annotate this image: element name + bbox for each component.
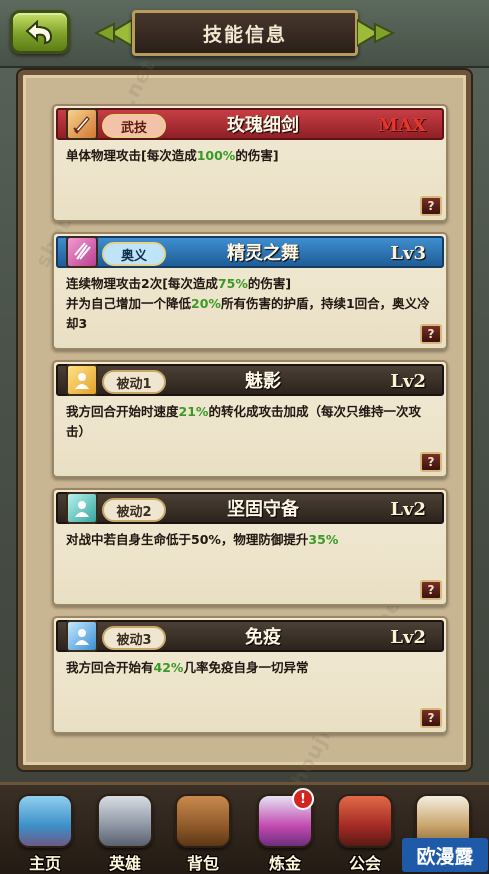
skill-card: 被动2 坚固守备 Lv2 对战中若自身生命低于50%，物理防御提升35% ? <box>52 488 448 606</box>
knight-helmet-icon <box>97 794 153 848</box>
skill-card-header: 奥义 精灵之舞 Lv3 <box>56 236 444 268</box>
nav-item-bag[interactable]: 背包 <box>170 794 236 874</box>
bag-icon <box>175 794 231 848</box>
nav-item-alchemy[interactable]: 炼金 ! <box>252 788 318 874</box>
skill-name: 玫瑰细剑 <box>227 115 299 136</box>
skill-name: 免疫 <box>245 627 281 648</box>
skill-help-button[interactable]: ? <box>420 708 442 728</box>
skill-card-header: 被动2 坚固守备 Lv2 <box>56 492 444 524</box>
guild-icon <box>337 794 393 848</box>
skill-card-header: 被动3 免疫 Lv2 <box>56 620 444 652</box>
skill-help-button[interactable]: ? <box>420 324 442 344</box>
skill-description: 我方回合开始时速度21%的转化成攻击加成（每次只维持一次攻击） <box>66 404 421 439</box>
passive-person-icon <box>66 364 98 396</box>
skill-level: MAX <box>378 115 426 136</box>
skill-card: 被动3 免疫 Lv2 我方回合开始有42%几率免疫自身一切异常 ? <box>52 616 448 734</box>
skill-tag: 被动1 <box>102 370 166 394</box>
skill-description: 单体物理攻击[每次造成100%的伤害] <box>66 148 279 163</box>
skill-tag: 被动2 <box>102 498 166 522</box>
skill-name: 坚固守备 <box>227 499 299 520</box>
skill-description: 对战中若自身生命低于50%，物理防御提升35% <box>66 532 339 547</box>
alert-badge: ! <box>292 788 314 810</box>
skill-level: Lv2 <box>390 627 426 648</box>
skill-level: Lv2 <box>390 499 426 520</box>
skill-name: 魅影 <box>245 371 281 392</box>
burst-icon <box>66 236 98 268</box>
skill-card: 被动1 魅影 Lv2 我方回合开始时速度21%的转化成攻击加成（每次只维持一次攻… <box>52 360 448 478</box>
nav-item-home[interactable]: 主页 <box>12 794 78 874</box>
back-arrow-icon <box>25 19 53 45</box>
nav-item-heroes[interactable]: 英雄 <box>92 794 158 874</box>
skill-level: Lv3 <box>390 243 426 264</box>
skill-name: 精灵之舞 <box>227 243 299 264</box>
skill-tag: 被动3 <box>102 626 166 650</box>
skill-help-button[interactable]: ? <box>420 452 442 472</box>
skill-card: 奥义 精灵之舞 Lv3 连续物理攻击2次[每次造成75%的伤害] 并为自己增加一… <box>52 232 448 350</box>
skill-description: 连续物理攻击2次[每次造成75%的伤害] 并为自己增加一个降低20%所有伤害的护… <box>66 276 430 331</box>
castle-icon <box>17 794 73 848</box>
corner-logo: 欧漫露 <box>402 838 488 872</box>
title-right-ornament-icon <box>357 18 396 48</box>
skill-help-button[interactable]: ? <box>420 196 442 216</box>
skill-tag: 奥义 <box>102 242 166 266</box>
passive-shield-icon <box>66 492 98 524</box>
skill-card: 武技 玫瑰细剑 MAX 单体物理攻击[每次造成100%的伤害] ? <box>52 104 448 222</box>
skill-card-header: 武技 玫瑰细剑 MAX <box>56 108 444 140</box>
back-button[interactable] <box>10 10 70 54</box>
skill-card-header: 被动1 魅影 Lv2 <box>56 364 444 396</box>
page-title: 技能信息 <box>132 10 358 56</box>
skill-description: 我方回合开始有42%几率免疫自身一切异常 <box>66 660 309 675</box>
title-left-ornament-icon <box>93 18 132 48</box>
skill-tag: 武技 <box>102 114 166 138</box>
passive-immune-icon <box>66 620 98 652</box>
sword-icon <box>66 108 98 140</box>
skill-level: Lv2 <box>390 371 426 392</box>
nav-item-guild[interactable]: 公会 <box>332 794 398 874</box>
skill-help-button[interactable]: ? <box>420 580 442 600</box>
